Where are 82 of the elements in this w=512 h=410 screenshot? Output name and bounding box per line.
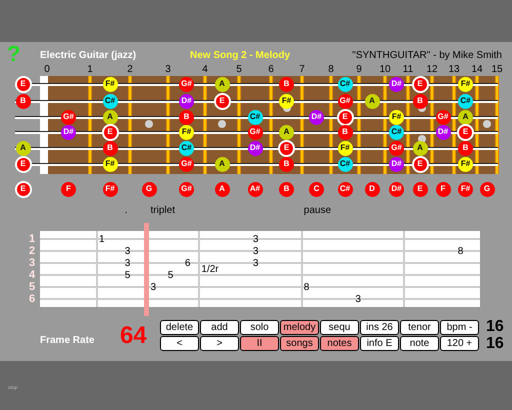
fret-number: 0: [44, 64, 50, 75]
scale-tone[interactable]: F: [436, 182, 450, 196]
tab-note: 3: [124, 246, 130, 257]
tab-annotation: .: [124, 205, 128, 217]
tab-note: 3: [150, 282, 156, 293]
scale-tone[interactable]: D#: [389, 182, 404, 196]
note-marker: E: [14, 76, 32, 92]
scale-tone[interactable]: C#: [338, 182, 352, 196]
fret-number: 2: [127, 64, 133, 75]
credit-text: "SYNTHGUITAR" - by Mike Smith: [352, 49, 502, 63]
scale-tone[interactable]: A#: [248, 182, 262, 196]
tab-note: 1: [99, 234, 105, 245]
tab-note: 3: [124, 258, 130, 269]
scale-tone[interactable]: F#: [458, 182, 473, 196]
string-number: 1: [29, 234, 36, 245]
note-marker: E: [14, 156, 32, 172]
scale-tone[interactable]: D: [364, 182, 380, 196]
scale-tone[interactable]: A: [214, 182, 230, 196]
control-button[interactable]: add: [200, 320, 239, 335]
control-button[interactable]: solo: [240, 320, 279, 335]
control-button[interactable]: >: [200, 336, 239, 351]
tab-note: 3: [252, 258, 258, 269]
fret-number: 4: [202, 64, 208, 75]
tab-annotation: triplet: [150, 205, 175, 217]
tab-note: 3: [252, 246, 258, 257]
control-button[interactable]: <: [160, 336, 199, 351]
string-number: 6: [29, 294, 36, 305]
fret-number: 14: [471, 64, 483, 75]
fret-number: 11: [402, 64, 414, 75]
control-button[interactable]: ins 26: [360, 320, 399, 335]
fret-number: 10: [379, 64, 391, 75]
control-button[interactable]: note: [400, 336, 439, 351]
fret-number: 3: [165, 64, 171, 75]
tab-note: 8: [304, 282, 310, 293]
note-marker: B: [16, 94, 30, 108]
string-number: 5: [29, 282, 36, 293]
tab-note: 6: [184, 258, 190, 269]
fret-number: 6: [268, 64, 274, 75]
control-button[interactable]: tenor: [400, 320, 439, 335]
control-button[interactable]: delete: [160, 320, 199, 335]
scale-tone[interactable]: F#: [102, 182, 118, 196]
scale-tone[interactable]: E: [412, 182, 428, 196]
counter-value: 16: [486, 318, 504, 335]
scale-tone[interactable]: F: [61, 182, 76, 196]
fret-number: 13: [448, 64, 460, 75]
fret-number: 1: [87, 64, 93, 75]
frame-rate-label: Frame Rate: [40, 335, 96, 347]
control-button[interactable]: bpm -: [440, 320, 479, 335]
fret-number: 5: [236, 64, 242, 75]
string-number: 4: [29, 270, 36, 281]
control-button[interactable]: 120 +: [440, 336, 479, 351]
string-number: 3: [29, 258, 36, 269]
scale-tone[interactable]: G: [480, 182, 494, 196]
scale-tone[interactable]: B: [279, 182, 294, 196]
instrument-name: Electric Guitar (jazz): [40, 49, 138, 63]
fret-number: 12: [426, 64, 438, 75]
tab-note: 3: [252, 234, 258, 245]
tab-annotation: pause: [304, 205, 332, 217]
tab-note: 5: [168, 270, 174, 281]
note-marker: A: [16, 140, 30, 156]
control-button[interactable]: songs: [280, 336, 319, 351]
fret-number: 15: [491, 64, 503, 75]
counter-value: 16: [486, 335, 504, 352]
tab-note: 8: [458, 246, 464, 257]
rest-marker: 1/2r: [201, 264, 219, 275]
control-button[interactable]: melody: [280, 320, 319, 335]
scale-tone[interactable]: G#: [179, 182, 194, 196]
scale-tone[interactable]: E: [14, 180, 32, 198]
control-button[interactable]: II: [240, 336, 279, 351]
song-title: New Song 2 - Melody: [190, 49, 290, 63]
frame-rate-value: 64: [120, 323, 148, 349]
tab-note: 5: [124, 270, 130, 281]
fret-number: 7: [299, 64, 305, 75]
control-button[interactable]: info E: [360, 336, 399, 351]
scale-tone[interactable]: G: [142, 182, 156, 196]
fret-number: 8: [328, 64, 334, 75]
string-number: 2: [29, 246, 36, 257]
fret-number: 9: [356, 64, 362, 75]
control-button[interactable]: sequ: [320, 320, 359, 335]
scale-tone[interactable]: C: [309, 182, 324, 196]
control-button[interactable]: notes: [320, 336, 359, 351]
tab-note: 3: [355, 294, 361, 305]
